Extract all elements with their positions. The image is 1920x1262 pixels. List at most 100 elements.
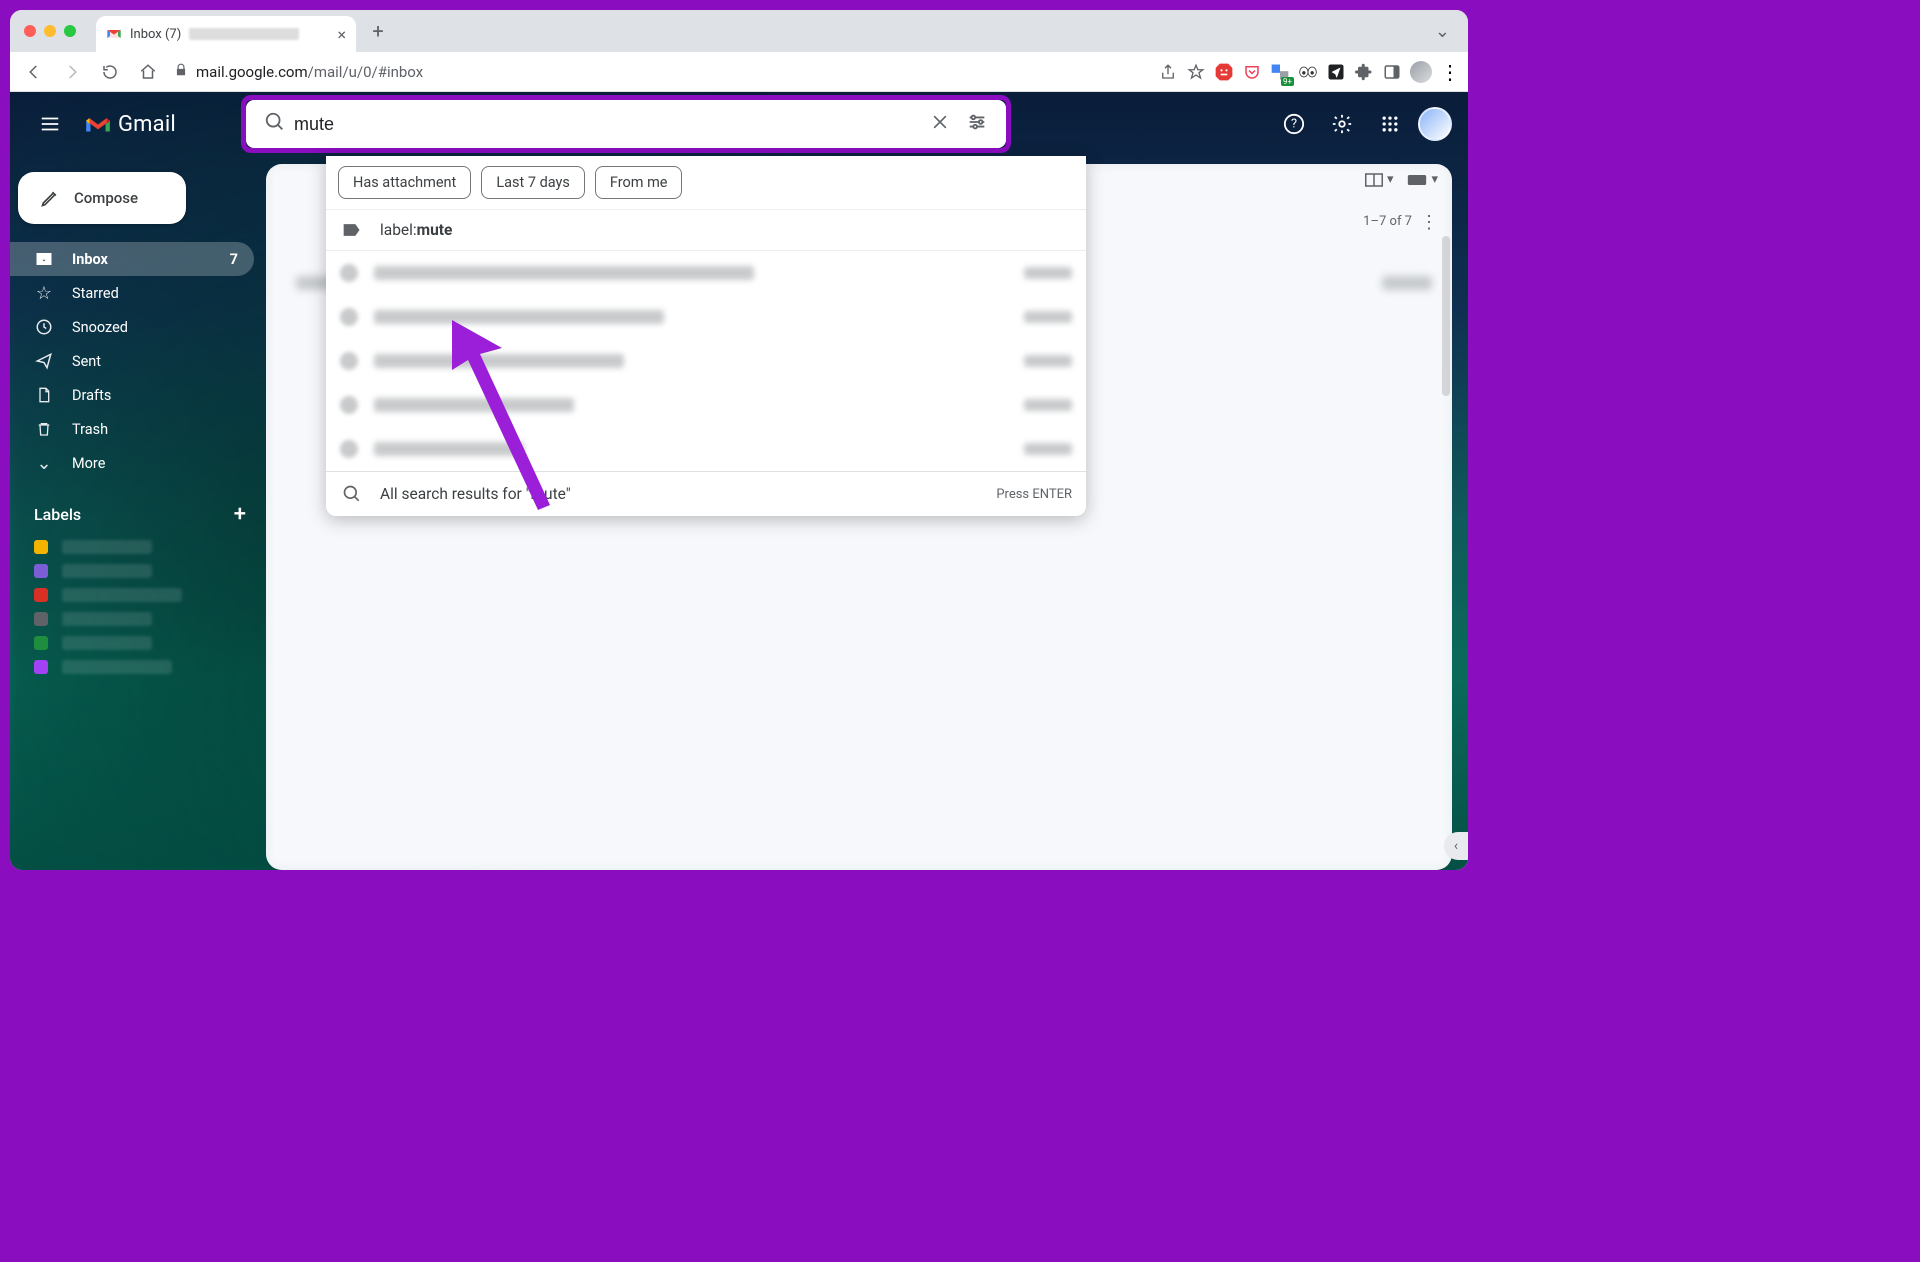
share-icon[interactable] — [1158, 62, 1178, 82]
search-chip-row: Has attachment Last 7 days From me — [326, 156, 1086, 210]
gmail-m-icon — [84, 113, 112, 135]
label-item[interactable] — [10, 631, 266, 655]
tab-close-button[interactable]: × — [337, 25, 346, 44]
suggestion-redacted[interactable] — [326, 295, 1086, 339]
suggestion-label-mute[interactable]: label:mute — [326, 210, 1086, 250]
gmail-wordmark: Gmail — [118, 112, 176, 137]
label-item[interactable] — [10, 559, 266, 583]
extension-eyes-icon[interactable] — [1298, 62, 1318, 82]
inbox-count: 7 — [230, 251, 238, 268]
search-icon — [340, 484, 364, 504]
suggestion-redacted[interactable] — [326, 339, 1086, 383]
sidebar-item-label: Sent — [72, 353, 101, 370]
side-panel-button[interactable] — [1382, 62, 1402, 82]
search-input[interactable] — [294, 114, 922, 135]
profile-avatar[interactable] — [1410, 61, 1432, 83]
extension-send-icon[interactable] — [1326, 62, 1346, 82]
gmail-app: Gmail ? — [10, 92, 1468, 870]
reload-button[interactable] — [94, 56, 126, 88]
svg-text:?: ? — [1291, 117, 1297, 132]
sidebar-item-starred[interactable]: ☆ Starred — [10, 276, 254, 310]
main-menu-button[interactable] — [26, 100, 74, 148]
extension-pocket-icon[interactable] — [1242, 62, 1262, 82]
tab-title-redacted — [189, 28, 299, 40]
chevron-down-icon: ⌄ — [34, 453, 54, 474]
label-item[interactable] — [10, 607, 266, 631]
sidebar-item-label: More — [72, 455, 105, 472]
maximize-window-button[interactable] — [64, 25, 76, 37]
pagination-range: 1–7 of 7 — [1363, 214, 1412, 229]
sidebar-item-snoozed[interactable]: Snoozed — [10, 310, 254, 344]
apps-button[interactable] — [1370, 104, 1410, 144]
file-icon — [34, 386, 54, 404]
inbox-icon — [34, 250, 54, 268]
browser-menu-button[interactable]: ⋮ — [1440, 62, 1460, 82]
account-avatar[interactable] — [1418, 107, 1452, 141]
sidebar-item-label: Inbox — [72, 251, 108, 268]
search-clear-button[interactable] — [922, 112, 958, 137]
gmail-header: Gmail ? — [10, 92, 1468, 156]
label-item[interactable] — [10, 535, 266, 559]
sidebar-item-drafts[interactable]: Drafts — [10, 378, 254, 412]
forward-button[interactable] — [56, 56, 88, 88]
new-tab-button[interactable]: + — [364, 17, 392, 45]
toolbar-right: 9+ ⋮ — [1158, 61, 1460, 83]
gmail-favicon — [106, 26, 122, 42]
tabs-dropdown-button[interactable]: ⌄ — [1425, 21, 1460, 42]
input-tools-button[interactable]: ▾ — [1407, 172, 1438, 187]
browser-window: Inbox (7) × + ⌄ mail.google.com/mail/u/0… — [10, 10, 1468, 870]
labels-header: Labels + — [10, 480, 266, 535]
close-window-button[interactable] — [24, 25, 36, 37]
search-icon — [256, 111, 294, 138]
address-bar: mail.google.com/mail/u/0/#inbox 9+ — [10, 52, 1468, 92]
extension-translate-icon[interactable]: 9+ — [1270, 62, 1290, 82]
chip-has-attachment[interactable]: Has attachment — [338, 166, 471, 199]
tab-bar: Inbox (7) × + ⌄ — [10, 10, 1468, 52]
url-field[interactable]: mail.google.com/mail/u/0/#inbox — [174, 63, 423, 81]
suggestion-all-results[interactable]: All search results for "mute" Press ENTE… — [326, 471, 1086, 516]
press-enter-hint: Press ENTER — [996, 487, 1072, 502]
gmail-logo[interactable]: Gmail — [84, 112, 176, 137]
extension-adblock-icon[interactable] — [1214, 62, 1234, 82]
trash-icon — [34, 420, 54, 438]
sidebar-item-more[interactable]: ⌄ More — [10, 446, 254, 480]
side-panel-expand-button[interactable]: ‹ — [1444, 832, 1468, 860]
search-options-button[interactable] — [958, 111, 996, 138]
label-item[interactable] — [10, 583, 266, 607]
sidebar-item-label: Snoozed — [72, 319, 128, 336]
back-button[interactable] — [18, 56, 50, 88]
chip-last-7-days[interactable]: Last 7 days — [481, 166, 585, 199]
star-icon: ☆ — [34, 283, 54, 304]
add-label-button[interactable]: + — [234, 502, 246, 527]
all-results-text: All search results for "mute" — [380, 485, 571, 503]
sidebar-item-inbox[interactable]: Inbox 7 — [10, 242, 254, 276]
suggestion-redacted[interactable] — [326, 427, 1086, 471]
suggestion-redacted[interactable] — [326, 383, 1086, 427]
pagination-more-button[interactable]: ⋮ — [1420, 212, 1438, 233]
compose-button[interactable]: Compose — [18, 172, 186, 224]
window-controls — [24, 25, 76, 37]
send-icon — [34, 352, 54, 370]
label-item[interactable] — [10, 655, 266, 679]
label-icon — [340, 220, 364, 240]
browser-tab[interactable]: Inbox (7) × — [96, 16, 356, 52]
support-button[interactable]: ? — [1274, 104, 1314, 144]
settings-button[interactable] — [1322, 104, 1362, 144]
sidebar-item-sent[interactable]: Sent — [10, 344, 254, 378]
minimize-window-button[interactable] — [44, 25, 56, 37]
home-button[interactable] — [132, 56, 164, 88]
sidebar-item-label: Starred — [72, 285, 119, 302]
scrollbar[interactable] — [1442, 236, 1450, 396]
sidebar-item-trash[interactable]: Trash — [10, 412, 254, 446]
chip-from-me[interactable]: From me — [595, 166, 683, 199]
view-toolbar: ▾ ▾ — [1365, 172, 1438, 187]
search-bar[interactable] — [246, 100, 1006, 148]
split-pane-button[interactable]: ▾ — [1365, 172, 1394, 187]
sidebar-item-label: Trash — [72, 421, 108, 438]
suggestion-text: label:mute — [380, 221, 452, 239]
sidebar: Compose Inbox 7 ☆ Starred Snoozed Sent — [10, 92, 266, 870]
clock-icon — [34, 318, 54, 336]
suggestion-redacted[interactable] — [326, 251, 1086, 295]
extensions-button[interactable] — [1354, 62, 1374, 82]
bookmark-star-icon[interactable] — [1186, 62, 1206, 82]
